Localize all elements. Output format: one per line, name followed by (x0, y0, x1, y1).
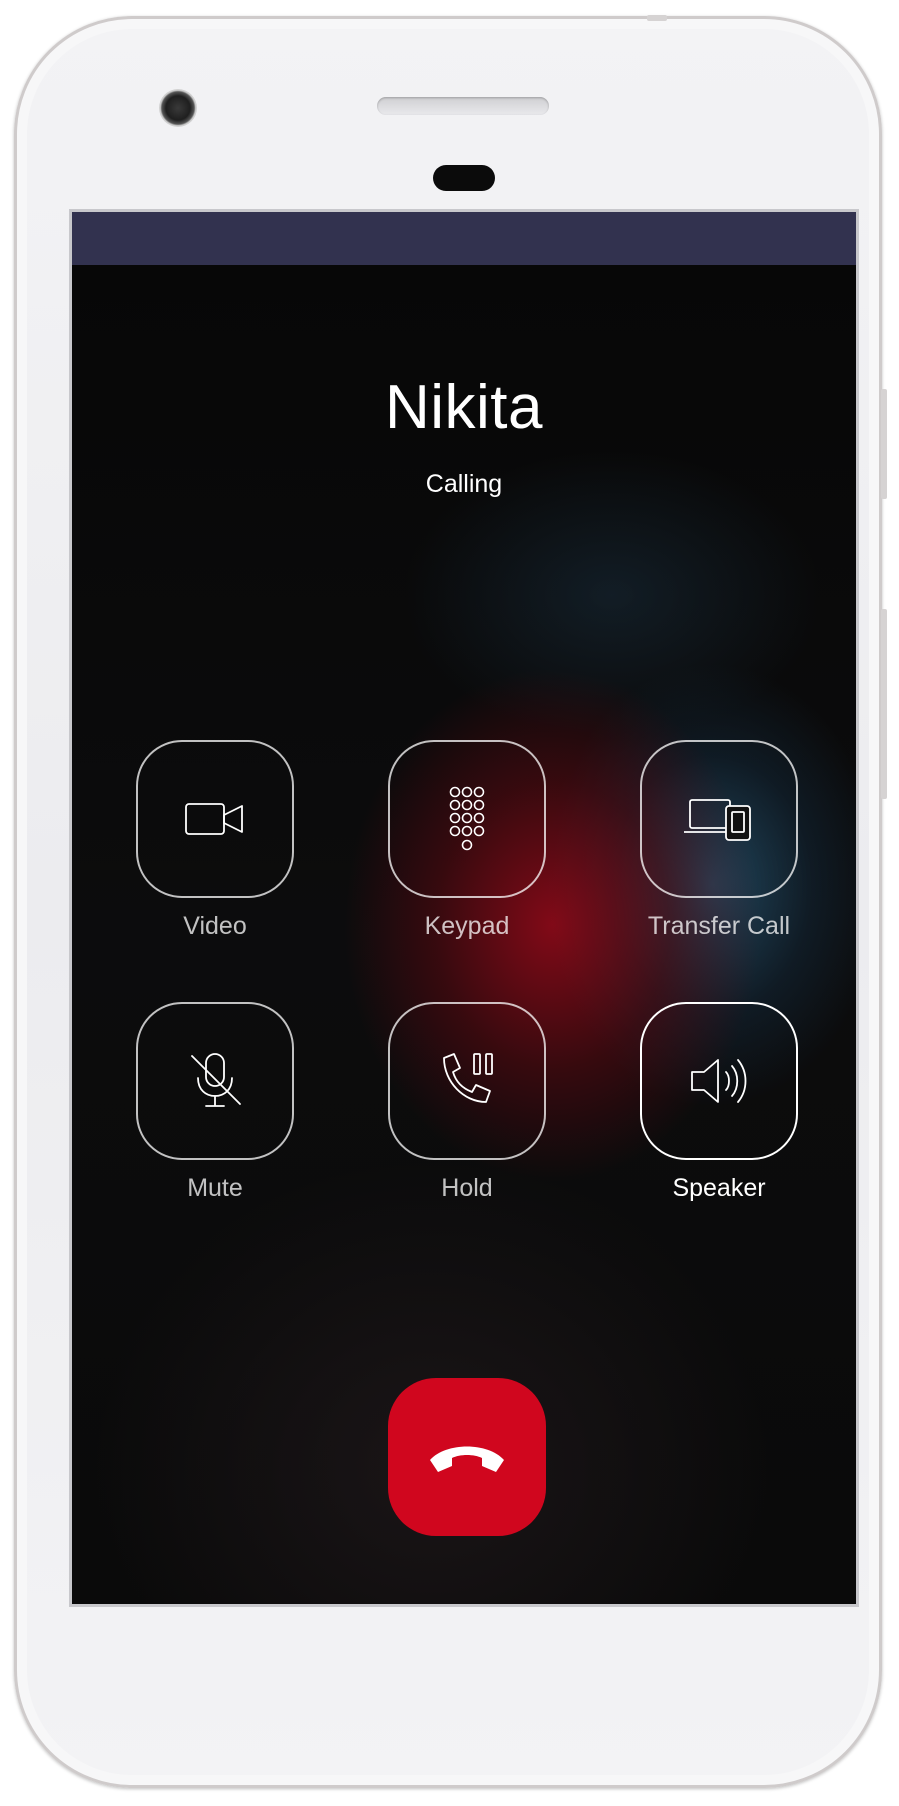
video-label: Video (183, 912, 247, 940)
call-status: Calling (425, 470, 503, 498)
phone-frame: Nikita Calling Video Keypad Transfer Cal… (14, 15, 887, 1788)
transfer-call-label: Transfer Call (647, 912, 791, 940)
mute-button[interactable] (136, 1002, 294, 1160)
hold-label: Hold (441, 1174, 493, 1202)
video-camera-icon (185, 803, 243, 835)
hold-button[interactable] (388, 1002, 546, 1160)
call-screen: Nikita Calling Video Keypad Transfer Cal… (69, 209, 859, 1607)
transfer-devices-icon (684, 799, 751, 841)
phone-pause-icon (443, 1053, 493, 1103)
mute-label: Mute (187, 1174, 243, 1202)
video-button[interactable] (136, 740, 294, 898)
caller-name: Nikita (384, 373, 544, 442)
end-call-button[interactable] (388, 1378, 546, 1536)
front-camera (159, 89, 197, 127)
microphone-off-icon (191, 1053, 241, 1107)
status-bar (72, 212, 856, 265)
transfer-call-button[interactable] (640, 740, 798, 898)
keypad-button[interactable] (388, 740, 546, 898)
speaker-button[interactable] (640, 1002, 798, 1160)
top-button (647, 15, 667, 21)
power-button (881, 389, 887, 499)
speaker-label: Speaker (672, 1174, 766, 1202)
proximity-sensor (433, 165, 495, 191)
keypad-label: Keypad (424, 912, 510, 940)
hang-up-icon (430, 1446, 504, 1472)
earpiece-speaker (377, 97, 549, 115)
keypad-icon (449, 786, 485, 851)
volume-button (881, 609, 887, 799)
speaker-icon (691, 1059, 747, 1103)
